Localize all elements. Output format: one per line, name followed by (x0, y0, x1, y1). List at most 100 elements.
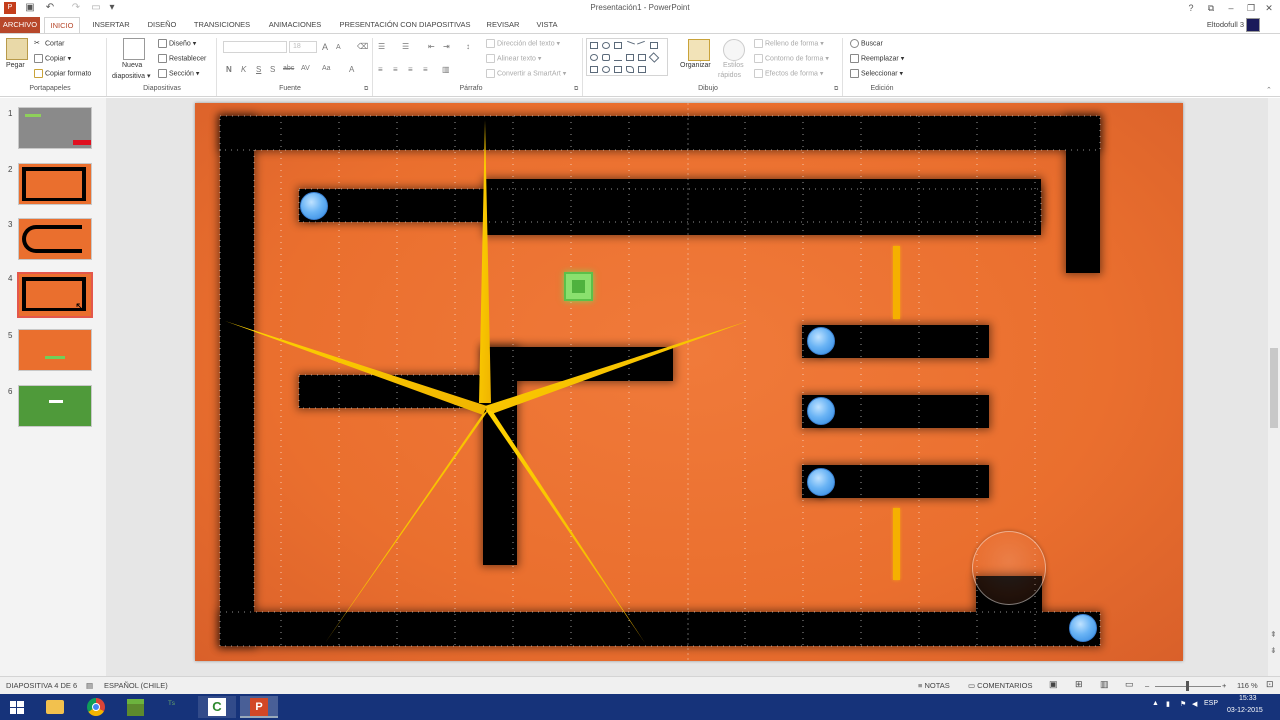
bullets-button[interactable]: ☰ (378, 42, 385, 51)
shape-diamond-icon[interactable] (648, 52, 660, 63)
flag-icon[interactable]: ⚑ (1180, 700, 1186, 708)
change-case-button[interactable]: Aa (322, 65, 331, 72)
columns-button[interactable]: ▥ (442, 65, 450, 74)
zoom-out-button[interactable]: – (1145, 681, 1149, 690)
paragraph-dialog-launcher-icon[interactable]: ⧉ (574, 86, 578, 93)
blue-ball-3[interactable] (807, 397, 835, 425)
close-button[interactable]: ✕ (1261, 1, 1277, 15)
shape-oval-icon[interactable] (602, 42, 610, 49)
ribbon-display-button[interactable]: ⧉ (1203, 1, 1219, 15)
zoom-in-button[interactable]: + (1222, 681, 1226, 690)
slide-thumbnail-5[interactable] (18, 329, 92, 371)
blue-ball-5[interactable] (1069, 614, 1097, 642)
slide-thumbnail-1[interactable] (18, 107, 92, 149)
shape-fill-button[interactable]: Relleno de forma ▾ (754, 39, 824, 48)
slide-thumbnail-2[interactable] (18, 163, 92, 205)
tray-arrow-icon[interactable]: ▲ (1152, 700, 1159, 707)
copy-button[interactable]: Copiar ▾ (34, 54, 71, 63)
font-color-button[interactable]: A (349, 65, 354, 74)
align-center-button[interactable]: ≡ (393, 65, 398, 74)
quick-styles-label-1[interactable]: Estilos (723, 62, 744, 69)
vertical-scrollbar[interactable]: ⇞ ⇟ (1268, 98, 1280, 676)
new-slide-label-1[interactable]: Nueva (122, 62, 142, 69)
normal-view-icon[interactable]: ▣ (1049, 679, 1058, 690)
numbering-button[interactable]: ☰ (402, 42, 409, 51)
tab-animaciones[interactable]: ANIMACIONES (262, 17, 328, 33)
help-button[interactable]: ? (1183, 1, 1199, 15)
minimize-button[interactable]: – (1223, 1, 1239, 15)
user-name[interactable]: Eltodofull 3 (1207, 20, 1244, 29)
tab-presentacion[interactable]: PRESENTACIÓN CON DIAPOSITIVAS (334, 17, 476, 33)
select-button[interactable]: Seleccionar ▾ (850, 69, 903, 78)
slide-sorter-icon[interactable]: ⊞ (1075, 679, 1083, 690)
line-spacing-button[interactable]: ↕ (466, 42, 470, 51)
slideshow-view-icon[interactable]: ▭ (1125, 679, 1134, 690)
tab-diseno[interactable]: DISEÑO (140, 17, 184, 33)
arrange-icon[interactable] (688, 39, 710, 61)
italic-button[interactable]: K (241, 65, 246, 74)
start-button[interactable] (4, 696, 30, 718)
zoom-level[interactable]: 116 % (1237, 681, 1258, 690)
shape-curve-icon[interactable] (626, 66, 634, 73)
increase-indent-button[interactable]: ⇥ (443, 42, 450, 51)
tab-vista[interactable]: VISTA (530, 17, 564, 33)
network-icon[interactable]: ▮ (1166, 700, 1170, 708)
clear-format-icon[interactable]: ⌫ (357, 42, 368, 51)
spellcheck-icon[interactable]: ▤ (86, 681, 93, 690)
reset-button[interactable]: Restablecer (158, 54, 206, 63)
blue-ball-1[interactable] (300, 192, 328, 220)
drawing-dialog-launcher-icon[interactable]: ⧉ (834, 86, 838, 93)
camtasia-icon[interactable]: C (198, 696, 236, 718)
section-button[interactable]: Sección ▾ (158, 69, 199, 78)
bold-button[interactable]: N (226, 65, 232, 74)
notes-button[interactable]: ≡ NOTAS (918, 681, 950, 690)
grow-font-button[interactable]: A (322, 42, 328, 52)
paste-button[interactable]: Pegar (6, 62, 25, 69)
shape-freeform-icon[interactable] (638, 66, 646, 73)
shrink-font-button[interactable]: A (336, 44, 341, 51)
tab-transiciones[interactable]: TRANSICIONES (188, 17, 256, 33)
file-explorer-icon[interactable] (36, 696, 74, 718)
ts-app-icon[interactable]: ᵀˢ (156, 696, 194, 718)
justify-button[interactable]: ≡ (423, 65, 428, 74)
blue-ball-2[interactable] (807, 327, 835, 355)
shadow-button[interactable]: S (270, 65, 275, 74)
fit-to-window-icon[interactable]: ⊡ (1266, 679, 1274, 690)
chrome-icon[interactable] (76, 696, 114, 718)
next-slide-icon[interactable]: ⇟ (1270, 646, 1277, 655)
shape-line2-icon[interactable] (637, 40, 647, 51)
shape-outline-button[interactable]: Contorno de forma ▾ (754, 54, 829, 63)
shape-brace-icon[interactable] (614, 66, 622, 73)
slide-thumbnail-3[interactable] (18, 218, 92, 260)
prev-slide-icon[interactable]: ⇞ (1270, 630, 1277, 639)
zoom-slider-thumb[interactable] (1186, 681, 1189, 691)
arrange-button[interactable]: Organizar (680, 62, 711, 69)
decrease-indent-button[interactable]: ⇤ (428, 42, 435, 51)
slide-canvas[interactable] (195, 103, 1183, 661)
layout-button[interactable]: Diseño ▾ (158, 39, 196, 48)
shape-rect2-icon[interactable] (650, 42, 658, 49)
volume-icon[interactable]: ◀ (1192, 700, 1197, 708)
text-direction-button[interactable]: Dirección del texto ▾ (486, 39, 560, 48)
comments-button[interactable]: ▭ COMENTARIOS (968, 681, 1032, 690)
new-slide-icon[interactable] (123, 38, 145, 60)
shape-effects-button[interactable]: Efectos de forma ▾ (754, 69, 823, 78)
tab-revisar[interactable]: REVISAR (482, 17, 524, 33)
reading-view-icon[interactable]: ▥ (1100, 679, 1109, 690)
char-spacing-button[interactable]: AV (301, 65, 310, 72)
shape-down-icon[interactable] (590, 66, 598, 73)
magnifier-circle[interactable] (972, 531, 1046, 605)
blue-ball-4[interactable] (807, 468, 835, 496)
tab-archivo[interactable]: ARCHIVO (0, 17, 40, 33)
shape-star-icon[interactable] (602, 66, 610, 73)
find-button[interactable]: Buscar (850, 39, 883, 48)
shape-rounded-icon[interactable] (602, 54, 610, 61)
align-left-button[interactable]: ≡ (378, 65, 383, 74)
shapes-gallery[interactable] (586, 38, 668, 76)
shape-textbox-icon[interactable] (614, 42, 622, 49)
smartart-button[interactable]: Convertir a SmartArt ▾ (486, 69, 566, 78)
underline-button[interactable]: S (256, 65, 261, 74)
slide-thumbnail-6[interactable] (18, 385, 92, 427)
shape-circle-icon[interactable] (590, 54, 598, 61)
tab-insertar[interactable]: INSERTAR (86, 17, 136, 33)
